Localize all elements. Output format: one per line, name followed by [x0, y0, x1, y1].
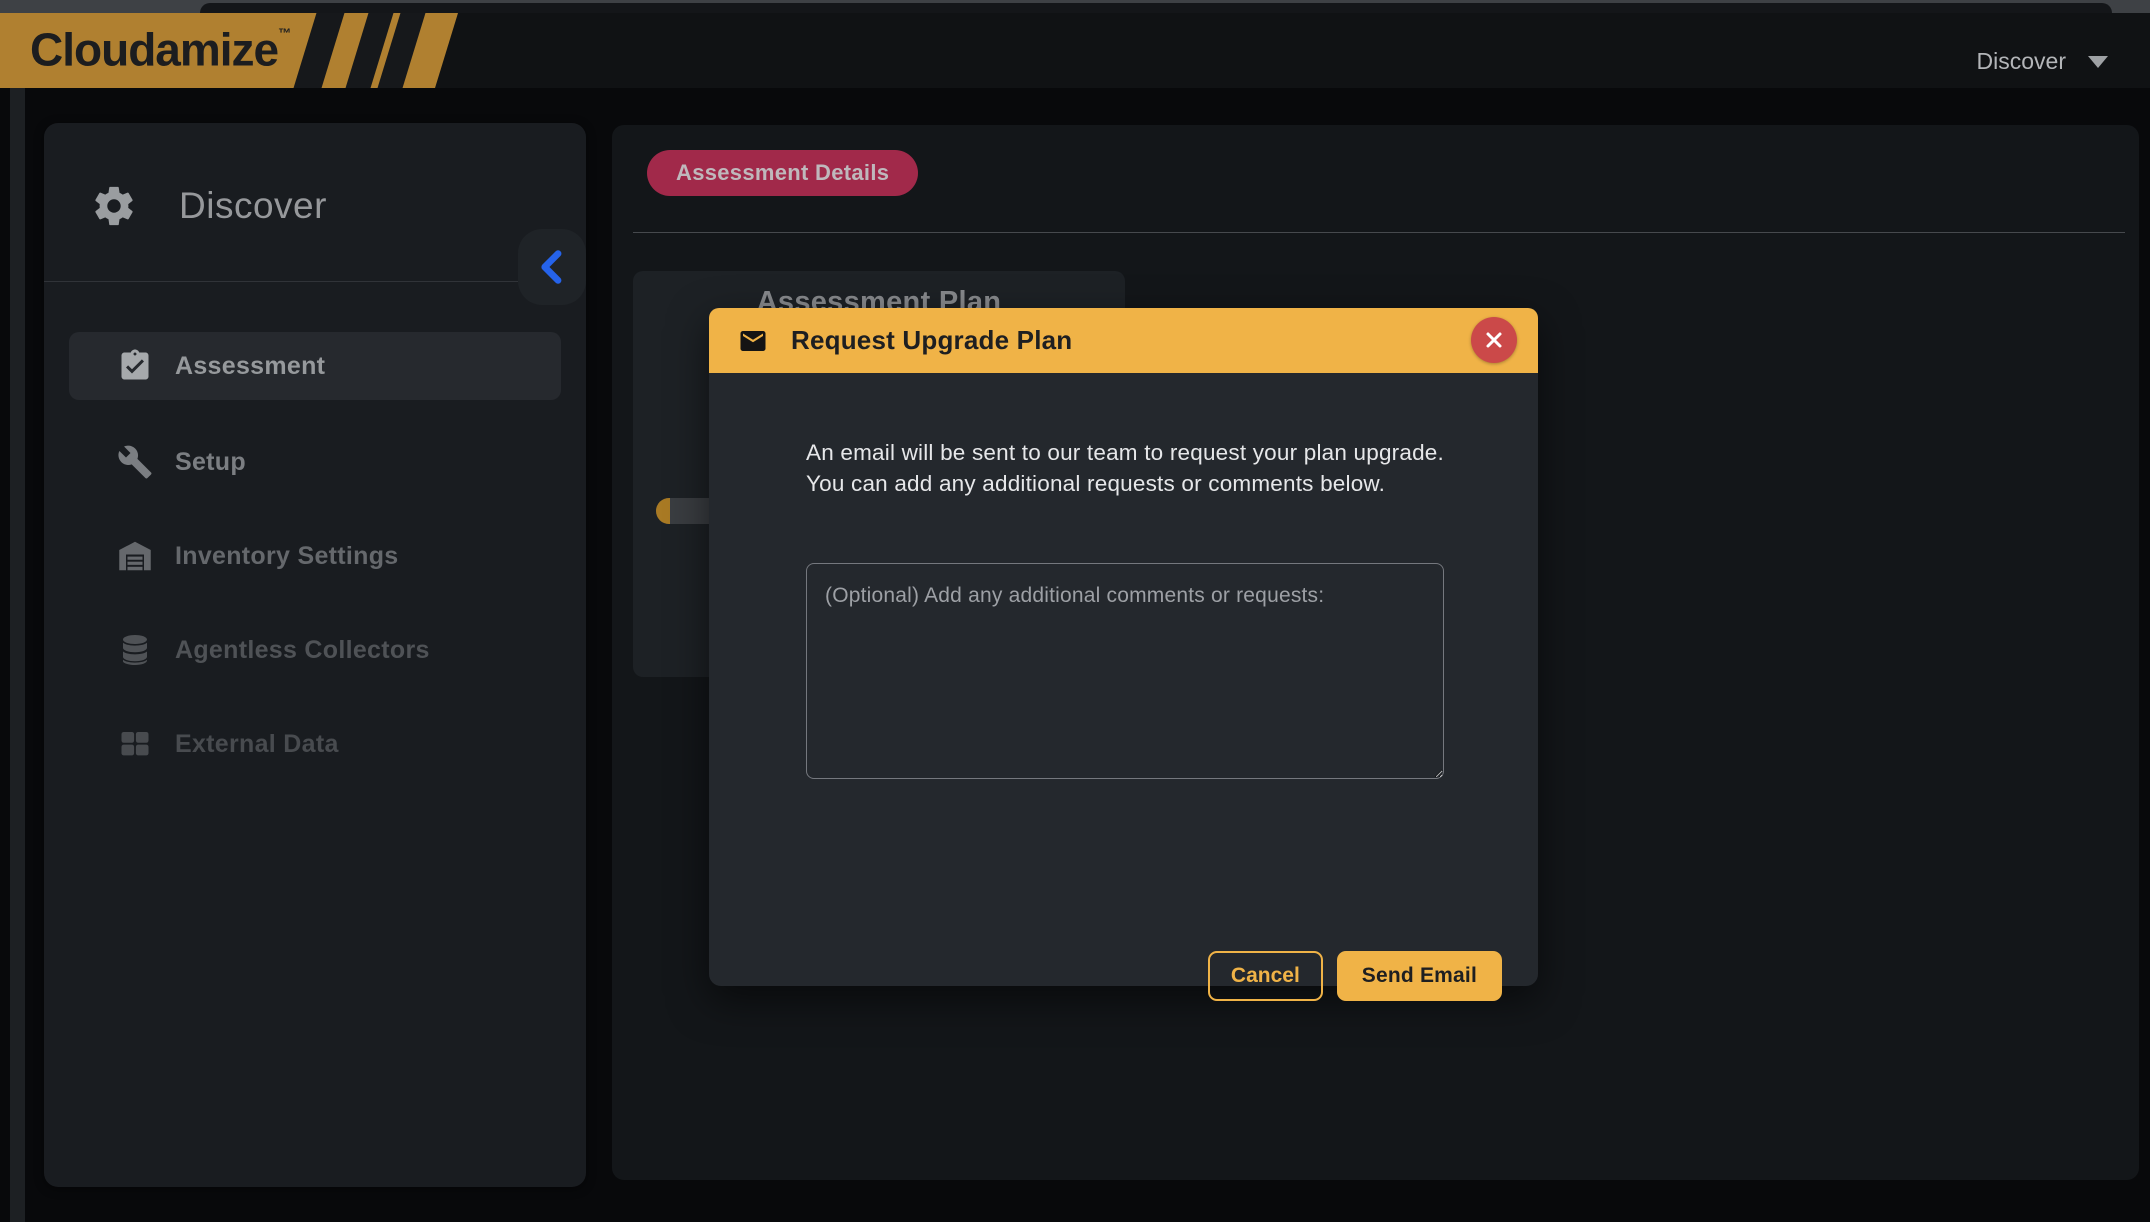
request-upgrade-modal: Request Upgrade Plan An email will be se… — [709, 308, 1538, 986]
sidebar-collapse-button[interactable] — [518, 229, 586, 305]
account-dropdown[interactable]: Discover — [1977, 48, 2108, 75]
brand-banner: Cloudamize™ — [0, 13, 458, 88]
sidebar-item-label: Agentless Collectors — [175, 636, 430, 665]
banner-stripe — [294, 13, 345, 88]
modal-title: Request Upgrade Plan — [791, 325, 1072, 356]
sidebar-item-label: Inventory Settings — [175, 542, 399, 571]
brand-logo: Cloudamize™ — [30, 22, 291, 76]
account-dropdown-label: Discover — [1977, 48, 2066, 75]
database-icon — [117, 632, 153, 668]
clipboard-check-icon — [117, 348, 153, 384]
warehouse-icon — [117, 538, 153, 574]
assessment-details-badge[interactable]: Assessment Details — [647, 150, 918, 196]
modal-body: An email will be sent to our team to req… — [709, 373, 1538, 986]
modal-actions: Cancel Send Email — [1208, 951, 1502, 1001]
modal-description: An email will be sent to our team to req… — [806, 437, 1446, 499]
sidebar-item-label: External Data — [175, 730, 339, 759]
sidebar-item-external-data[interactable]: External Data — [69, 710, 561, 778]
left-edge-strip — [10, 88, 25, 1222]
plan-progress-fill — [656, 498, 670, 524]
content-divider — [633, 232, 2125, 233]
sidebar-item-setup[interactable]: Setup — [69, 428, 561, 496]
browser-chrome-strip — [0, 0, 2150, 13]
modal-header: Request Upgrade Plan — [709, 308, 1538, 373]
chevron-down-icon — [2088, 56, 2108, 68]
comments-textarea[interactable] — [806, 563, 1444, 779]
sidebar-menu: Assessment Setup Inventory Settings Agen… — [44, 123, 586, 1187]
send-email-button[interactable]: Send Email — [1337, 951, 1502, 1001]
brand-trademark: ™ — [278, 25, 291, 40]
app-screen: Cloudamize™ Discover Discover Assessment — [0, 0, 2150, 1222]
modal-close-button[interactable] — [1471, 317, 1517, 363]
sidebar-item-label: Setup — [175, 448, 246, 477]
sidebar-item-inventory-settings[interactable]: Inventory Settings — [69, 522, 561, 590]
tools-icon — [117, 444, 153, 480]
assessment-details-label: Assessment Details — [676, 160, 889, 186]
sidebar-item-label: Assessment — [175, 352, 325, 381]
browser-chrome-inner — [200, 3, 2112, 13]
chevron-left-icon — [537, 250, 567, 284]
cancel-button[interactable]: Cancel — [1208, 951, 1323, 1001]
table-grid-icon — [117, 726, 153, 762]
sidebar-item-assessment[interactable]: Assessment — [69, 332, 561, 400]
close-icon — [1484, 330, 1504, 350]
sidebar-item-agentless-collectors[interactable]: Agentless Collectors — [69, 616, 561, 684]
email-icon — [735, 326, 771, 356]
brand-logo-text: Cloudamize — [30, 23, 278, 75]
sidebar: Discover Assessment Setup Inventory Sett… — [44, 123, 586, 1187]
top-bar: Cloudamize™ Discover — [0, 13, 2150, 88]
